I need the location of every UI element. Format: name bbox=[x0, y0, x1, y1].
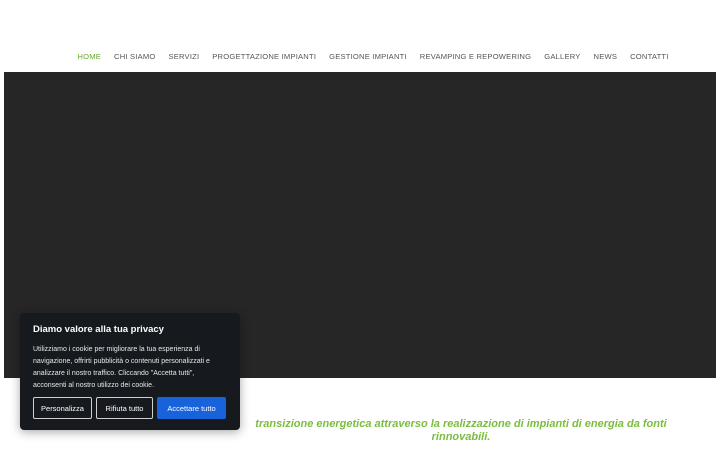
customize-button[interactable]: Personalizza bbox=[33, 397, 92, 419]
nav-item-chi-siamo[interactable]: CHI SIAMO bbox=[114, 52, 155, 61]
cookie-banner-actions: Personalizza Rifiuta tutto Accettare tut… bbox=[33, 397, 226, 419]
nav-item-gallery[interactable]: GALLERY bbox=[544, 52, 580, 61]
reject-all-button[interactable]: Rifiuta tutto bbox=[96, 397, 153, 419]
nav-item-contatti[interactable]: CONTATTI bbox=[630, 52, 668, 61]
accept-all-button[interactable]: Accettare tutto bbox=[157, 397, 226, 419]
cookie-banner-title: Diamo valore alla tua privacy bbox=[33, 324, 164, 335]
tagline-line-2: rinnovabili. bbox=[431, 431, 491, 443]
main-navigation: HOME CHI SIAMO SERVIZI PROGETTAZIONE IMP… bbox=[0, 48, 720, 64]
cookie-banner-text: Utilizziamo i cookie per migliorare la t… bbox=[33, 346, 210, 389]
nav-item-news[interactable]: NEWS bbox=[594, 52, 618, 61]
tagline: transizione energetica attraverso la rea… bbox=[236, 418, 686, 444]
nav-item-progettazione-impianti[interactable]: PROGETTAZIONE IMPIANTI bbox=[212, 52, 316, 61]
cookie-consent-banner: Diamo valore alla tua privacy Utilizziam… bbox=[20, 313, 240, 430]
nav-item-servizi[interactable]: SERVIZI bbox=[168, 52, 199, 61]
page: HOME CHI SIAMO SERVIZI PROGETTAZIONE IMP… bbox=[0, 0, 720, 450]
tagline-line-1: transizione energetica attraverso la rea… bbox=[255, 418, 667, 430]
nav-list: HOME CHI SIAMO SERVIZI PROGETTAZIONE IMP… bbox=[51, 48, 668, 64]
nav-item-gestione-impianti[interactable]: GESTIONE IMPIANTI bbox=[329, 52, 407, 61]
nav-item-home[interactable]: HOME bbox=[77, 52, 101, 61]
nav-item-revamping-repowering[interactable]: REVAMPING E REPOWERING bbox=[420, 52, 531, 61]
